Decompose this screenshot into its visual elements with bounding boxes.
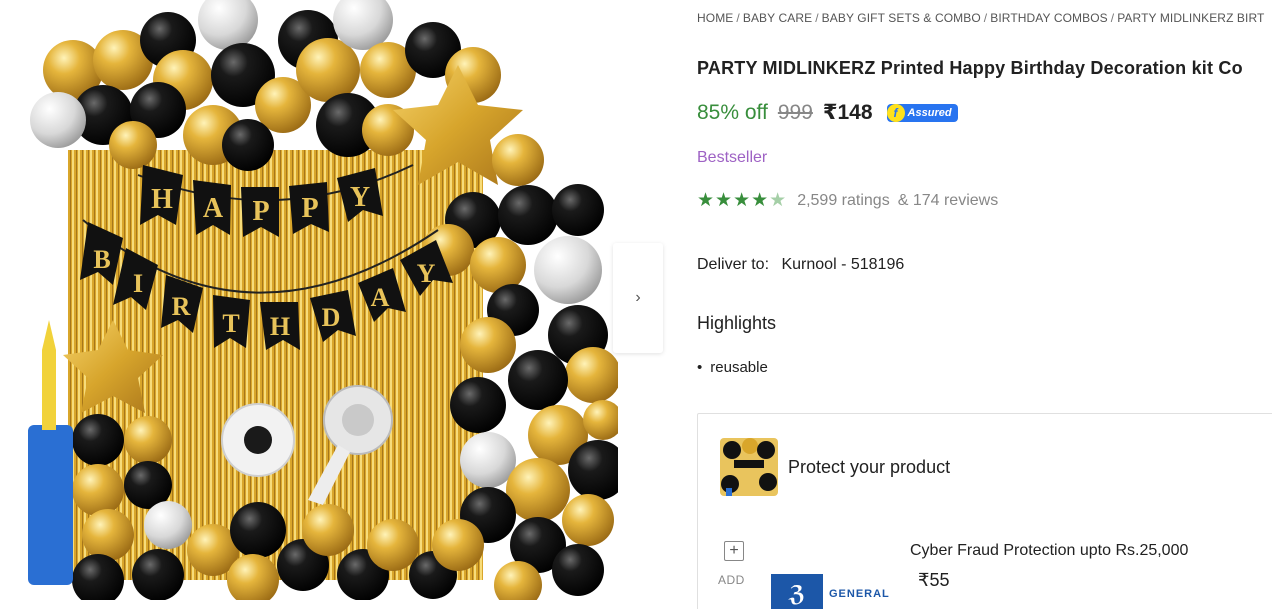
breadcrumb-product[interactable]: PARTY MIDLINKERZ BIRT [1117,11,1264,25]
rating-stars-icon: ★★★★★ [697,190,788,211]
breadcrumb-baby-care[interactable]: BABY CARE [743,11,812,25]
delivery-info[interactable]: Deliver to: Kurnool - 518196 [697,256,904,274]
breadcrumb-birthday-combos[interactable]: BIRTHDAY COMBOS [990,11,1108,25]
svg-text:T: T [222,309,239,338]
insurer-name: GENERAL [829,588,890,600]
svg-text:B: B [93,245,110,274]
highlights-list: reusable [697,359,768,376]
product-image[interactable]: H A P P Y B I R T H D A Y [18,0,618,600]
bestseller-tag: Bestseller [697,149,768,166]
breadcrumb: HOME / BABY CARE / BABY GIFT SETS & COMBO / BI… [697,11,1265,25]
breadcrumb-home[interactable]: HOME [697,11,733,25]
highlights-title: Highlights [697,313,777,333]
protection-header: Protect your product [720,438,950,496]
product-title: PARTY MIDLINKERZ Printed Happy Birthday … [697,58,1243,78]
highlight-item: reusable [697,359,768,376]
protection-plan-name: Cyber Fraud Protection upto Rs.25,000 [910,542,1189,559]
assured-f-icon: f [886,103,905,122]
next-image-button[interactable]: › [613,243,663,353]
plus-icon: + [729,542,739,559]
product-gallery: H A P P Y B I R T H D A Y › [0,0,665,609]
svg-text:P: P [252,196,269,227]
add-protection-checkbox[interactable]: + [724,541,744,561]
product-info: HOME / BABY CARE / BABY GIFT SETS & COMBO / BI… [697,0,1272,609]
svg-text:H: H [151,184,173,215]
discount-percent: 85% off [697,100,768,124]
protection-card: Protect your product + ADD ℨ GENERAL Cyb… [697,413,1272,609]
rating-row[interactable]: ★★★★★ 2,599 ratings & 174 reviews [697,189,998,212]
svg-text:Y: Y [350,182,370,213]
delivery-location: Kurnool - 518196 [781,256,905,273]
svg-text:A: A [371,283,390,312]
svg-text:I: I [133,269,143,298]
reviews-count: & 174 reviews [897,191,999,209]
svg-text:Y: Y [417,259,436,288]
protection-title: Protect your product [788,456,951,477]
svg-text:A: A [203,193,224,224]
chevron-right-icon: › [635,289,641,306]
svg-text:D: D [322,303,341,332]
svg-text:R: R [172,292,191,321]
ratings-count: 2,599 ratings [797,191,890,209]
protection-plan-price: ₹55 [918,570,950,590]
add-label: ADD [718,573,745,587]
deliver-to-label: Deliver to: [697,256,770,273]
product-page: H A P P Y B I R T H D A Y › HOME / BABY … [0,0,1272,609]
assured-badge: f Assured [886,103,958,122]
svg-text:P: P [301,193,318,224]
svg-text:H: H [270,312,290,341]
price-row: 85% off 999 ₹148 f Assured [697,100,958,125]
insurer-logo: ℨ GENERAL [771,574,890,609]
breadcrumb-baby-gift-sets[interactable]: BABY GIFT SETS & COMBO [822,11,981,25]
insurer-mark-icon: ℨ [771,574,823,609]
selling-price: ₹148 [822,101,873,124]
protection-product-thumbnail [720,438,778,496]
original-price: 999 [777,100,813,124]
